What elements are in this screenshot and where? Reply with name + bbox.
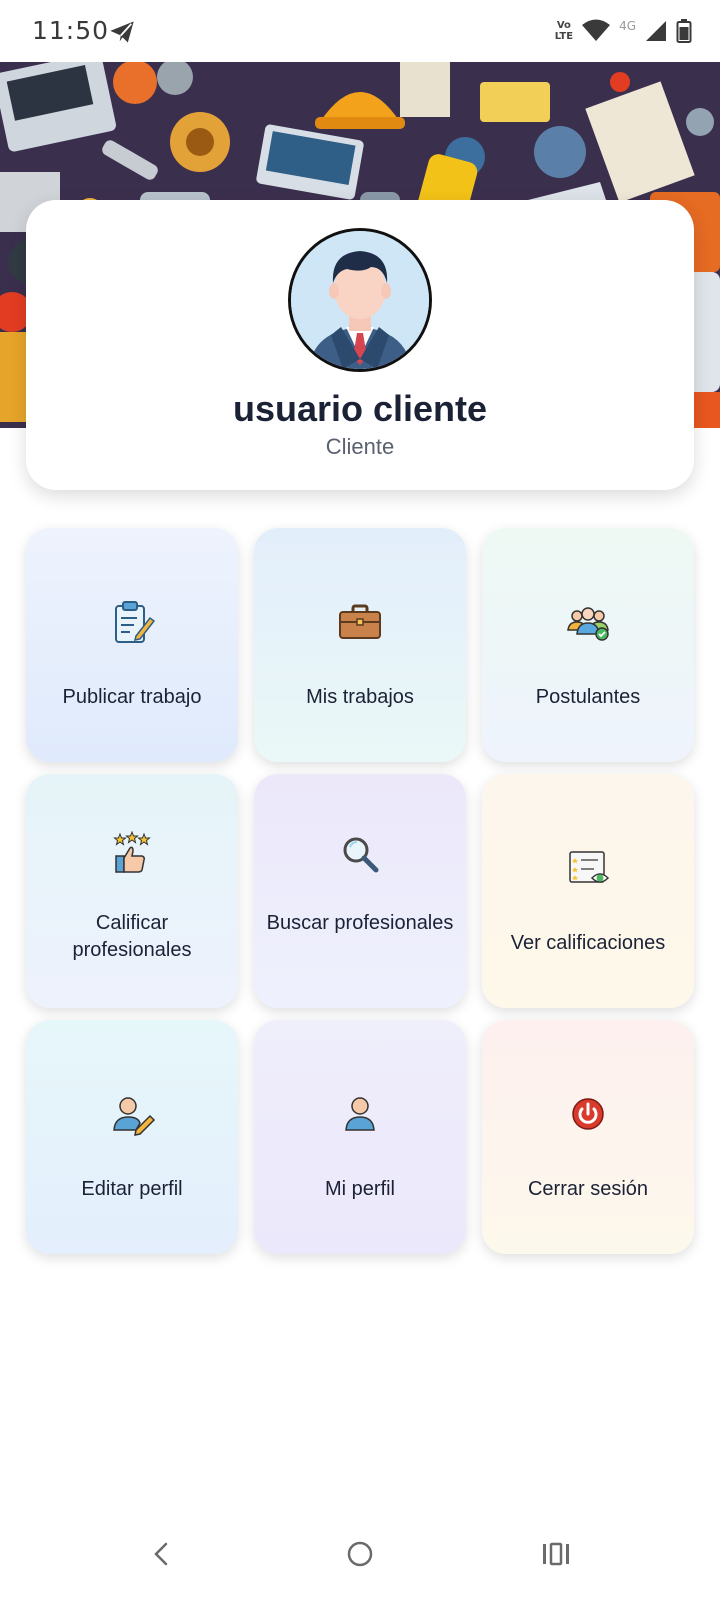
- briefcase-icon: [339, 604, 381, 639]
- tile-label: Calificar profesionales: [72, 912, 192, 961]
- battery-icon: [676, 19, 692, 43]
- wifi-icon: [582, 19, 611, 41]
- power-icon: [572, 1098, 604, 1130]
- businessman-avatar-icon: [288, 228, 432, 372]
- cerrar-sesion-button[interactable]: Cerrar sesión: [482, 1020, 694, 1254]
- status-bar: 11:50 Vo LTE 4G: [0, 0, 720, 62]
- magnifier-icon: [343, 837, 379, 873]
- rating-list-eye-icon: [569, 851, 610, 883]
- tile-label: Buscar profesionales: [266, 912, 454, 934]
- user-name: usuario cliente: [232, 388, 488, 429]
- profile-card: usuario cliente Cliente: [26, 200, 694, 490]
- back-button[interactable]: [138, 1530, 186, 1578]
- signal-icon: [646, 21, 666, 41]
- recents-icon: [543, 1542, 569, 1566]
- edit-user-icon: [113, 1097, 156, 1136]
- tile-label: Postulantes: [535, 686, 641, 708]
- home-button[interactable]: [336, 1530, 384, 1578]
- thumbs-up-stars-icon: [113, 830, 151, 873]
- home-icon: [347, 1541, 373, 1567]
- mis-trabajos-button[interactable]: Mis trabajos: [254, 528, 466, 762]
- status-time: 11:50: [32, 16, 110, 45]
- volte-indicator: Vo LTE: [554, 20, 574, 42]
- mi-perfil-button[interactable]: Mi perfil: [254, 1020, 466, 1254]
- tile-label: Mis trabajos: [306, 686, 414, 708]
- recents-button[interactable]: [532, 1530, 580, 1578]
- tile-label: Mi perfil: [324, 1178, 395, 1200]
- buscar-profesionales-button[interactable]: Buscar profesionales: [254, 774, 466, 1008]
- telegram-send-icon: [110, 21, 134, 43]
- ver-calificaciones-button[interactable]: Ver calificaciones: [482, 774, 694, 1008]
- system-nav-bar: [0, 1510, 720, 1600]
- clipboard-edit-icon: [115, 601, 156, 643]
- tile-label: Publicar trabajo: [62, 686, 202, 708]
- calificar-profesionales-button[interactable]: Calificar profesionales: [26, 774, 238, 1008]
- tile-label: Editar perfil: [81, 1178, 183, 1200]
- user-icon: [345, 1097, 375, 1131]
- back-icon: [154, 1542, 168, 1566]
- postulantes-button[interactable]: Postulantes: [482, 528, 694, 762]
- tile-label: Cerrar sesión: [527, 1178, 649, 1200]
- user-role: Cliente: [325, 434, 395, 459]
- publicar-trabajo-button[interactable]: Publicar trabajo: [26, 528, 238, 762]
- editar-perfil-button[interactable]: Editar perfil: [26, 1020, 238, 1254]
- network-type: 4G: [619, 19, 636, 33]
- tile-label: Ver calificaciones: [510, 932, 666, 954]
- applicants-icon: [567, 607, 609, 641]
